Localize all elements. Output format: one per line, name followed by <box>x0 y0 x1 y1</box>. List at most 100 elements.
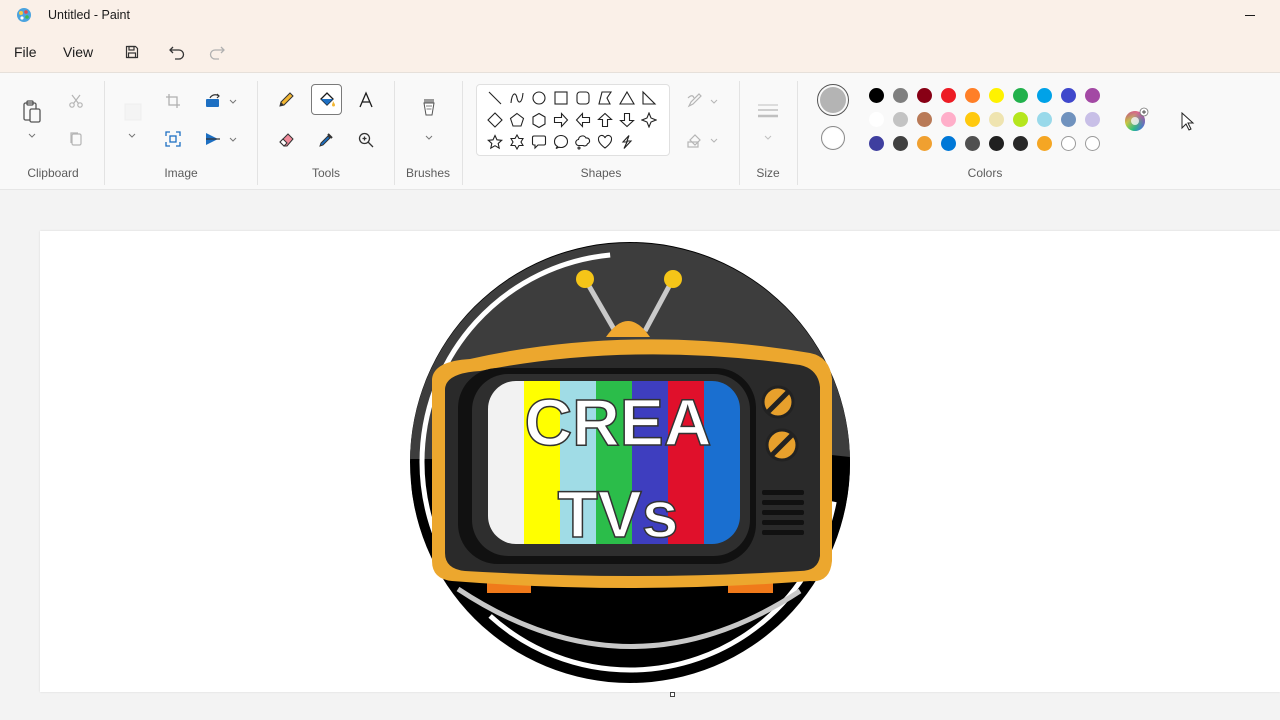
shape-six-point-star[interactable] <box>507 132 527 152</box>
palette-swatch[interactable] <box>1085 112 1100 127</box>
text-tool[interactable] <box>353 87 379 113</box>
shape-diamond[interactable] <box>485 110 505 130</box>
drawing-canvas[interactable]: CREA TVs <box>40 231 1280 692</box>
shape-curve[interactable] <box>507 88 527 108</box>
palette-swatch[interactable] <box>1085 88 1100 103</box>
palette-swatch[interactable] <box>1061 136 1076 151</box>
title-bar: Untitled - Paint <box>0 0 1280 32</box>
save-button[interactable] <box>119 40 145 64</box>
palette-swatch[interactable] <box>917 136 932 151</box>
palette-swatch[interactable] <box>989 112 1004 127</box>
minimize-button[interactable] <box>1236 4 1264 26</box>
selection-icon <box>124 103 142 121</box>
resize-button[interactable] <box>161 127 185 151</box>
ribbon-separator <box>797 81 798 185</box>
palette-swatch[interactable] <box>869 88 884 103</box>
palette-swatch[interactable] <box>965 88 980 103</box>
shape-lightning[interactable] <box>617 132 637 152</box>
palette-swatch[interactable] <box>869 136 884 151</box>
fill-dropdown[interactable] <box>708 134 720 146</box>
palette-swatch[interactable] <box>917 88 932 103</box>
size-dropdown[interactable] <box>760 131 776 143</box>
paste-button[interactable] <box>18 97 46 127</box>
shape-down-arrow[interactable] <box>617 110 637 130</box>
outline-dropdown[interactable] <box>708 95 720 107</box>
chevron-down-icon <box>710 99 718 104</box>
flip-button[interactable] <box>200 127 226 151</box>
palette-swatch[interactable] <box>1085 136 1100 151</box>
secondary-color[interactable] <box>821 126 845 150</box>
left-arrow-shape-icon <box>575 112 591 128</box>
magnifier-tool[interactable] <box>353 127 379 153</box>
shape-rounded-callout[interactable] <box>529 132 549 152</box>
paste-dropdown[interactable] <box>24 129 40 141</box>
canvas-resize-handle[interactable] <box>670 692 675 697</box>
brushes-button[interactable] <box>416 95 442 125</box>
text-icon <box>359 91 373 108</box>
copy-button[interactable] <box>64 127 88 151</box>
pencil-tool[interactable] <box>273 87 299 113</box>
size-button[interactable] <box>754 99 782 123</box>
eraser-tool[interactable] <box>273 127 299 153</box>
palette-swatch[interactable] <box>1061 112 1076 127</box>
logo-text-line2: TVs <box>557 477 678 551</box>
menu-view[interactable]: View <box>63 44 93 60</box>
shape-right-arrow[interactable] <box>551 110 571 130</box>
palette-swatch[interactable] <box>869 112 884 127</box>
shape-cloud-callout[interactable] <box>573 132 593 152</box>
primary-color[interactable] <box>817 84 849 116</box>
color-picker-tool[interactable] <box>313 127 339 153</box>
crop-button[interactable] <box>161 89 185 113</box>
palette-swatch[interactable] <box>893 112 908 127</box>
menu-file[interactable]: File <box>14 44 37 60</box>
palette-swatch[interactable] <box>941 112 956 127</box>
palette-swatch[interactable] <box>965 112 980 127</box>
select-dropdown[interactable] <box>124 129 140 141</box>
palette-swatch[interactable] <box>965 136 980 151</box>
shape-five-point-star[interactable] <box>485 132 505 152</box>
shape-line[interactable] <box>485 88 505 108</box>
shape-triangle[interactable] <box>617 88 637 108</box>
palette-swatch[interactable] <box>989 136 1004 151</box>
palette-swatch[interactable] <box>941 136 956 151</box>
flip-dropdown[interactable] <box>227 133 239 145</box>
shape-oval-callout[interactable] <box>551 132 571 152</box>
undo-button[interactable] <box>164 40 190 64</box>
shape-heart[interactable] <box>595 132 615 152</box>
fill-button[interactable] <box>684 129 706 151</box>
palette-swatch[interactable] <box>893 136 908 151</box>
shape-oval[interactable] <box>529 88 549 108</box>
palette-swatch[interactable] <box>941 88 956 103</box>
shape-left-arrow[interactable] <box>573 110 593 130</box>
palette-swatch[interactable] <box>917 112 932 127</box>
shape-polygon[interactable] <box>595 88 615 108</box>
shape-rounded-rectangle[interactable] <box>573 88 593 108</box>
select-button[interactable] <box>121 99 145 125</box>
palette-swatch[interactable] <box>1037 88 1052 103</box>
palette-swatch[interactable] <box>1061 88 1076 103</box>
palette-swatch[interactable] <box>1013 112 1028 127</box>
palette-swatch[interactable] <box>989 88 1004 103</box>
redo-button[interactable] <box>204 40 230 64</box>
shapes-gallery <box>476 84 670 156</box>
brushes-dropdown[interactable] <box>421 131 437 143</box>
palette-swatch[interactable] <box>1013 88 1028 103</box>
fill-tool[interactable] <box>311 84 342 115</box>
flip-icon <box>206 133 220 145</box>
shape-hexagon[interactable] <box>529 110 549 130</box>
palette-swatch[interactable] <box>1037 112 1052 127</box>
palette-swatch[interactable] <box>893 88 908 103</box>
shape-right-triangle[interactable] <box>639 88 659 108</box>
shape-pentagon[interactable] <box>507 110 527 130</box>
shape-rectangle[interactable] <box>551 88 571 108</box>
rotate-dropdown[interactable] <box>227 95 239 107</box>
palette-swatch[interactable] <box>1013 136 1028 151</box>
oval-shape-icon <box>532 91 546 105</box>
palette-swatch[interactable] <box>1037 136 1052 151</box>
shape-four-point-star[interactable] <box>639 110 659 130</box>
outline-button[interactable] <box>684 89 706 111</box>
edit-colors-button[interactable] <box>1122 106 1150 134</box>
rotate-button[interactable] <box>200 89 226 113</box>
cut-button[interactable] <box>64 89 88 113</box>
shape-up-arrow[interactable] <box>595 110 615 130</box>
